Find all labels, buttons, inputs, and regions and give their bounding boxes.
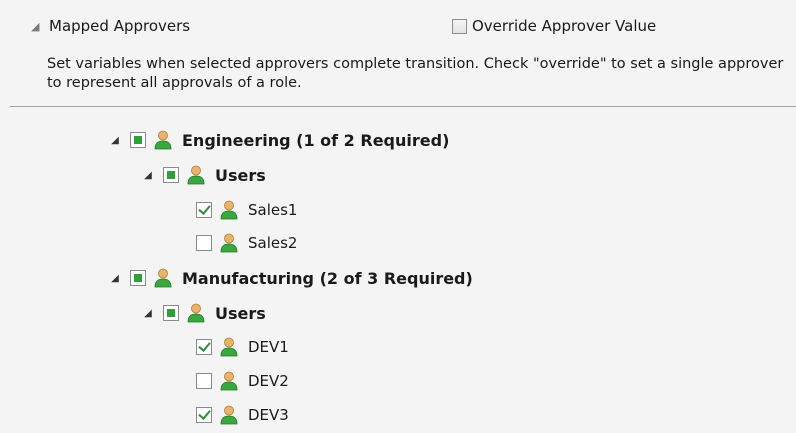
tree-checkbox[interactable]	[163, 305, 179, 321]
user-icon	[187, 303, 205, 323]
user-icon	[220, 200, 238, 220]
tree-checkbox[interactable]	[130, 132, 146, 148]
user-icon	[187, 165, 205, 185]
tree-node-manufacturing[interactable]: ◢ Manufacturing (2 of 3 Required)	[108, 264, 473, 292]
mapped-approvers-panel: ◢ Mapped Approvers Override Approver Val…	[0, 0, 796, 433]
expand-triangle-icon[interactable]: ◢	[108, 273, 122, 284]
expand-triangle-icon[interactable]: ◢	[108, 135, 122, 146]
expand-triangle-icon[interactable]: ◢	[141, 170, 155, 181]
tree-node-label: Sales1	[248, 201, 298, 219]
tree-node-dev2[interactable]: DEV2	[196, 367, 289, 395]
tree-node-label: Users	[215, 165, 266, 185]
tree-checkbox[interactable]	[196, 202, 212, 218]
expand-triangle-icon[interactable]: ◢	[141, 308, 155, 319]
user-icon	[154, 268, 172, 288]
override-checkbox-box[interactable]	[452, 18, 467, 34]
tree-node-label: DEV2	[248, 372, 289, 390]
tree-checkbox[interactable]	[196, 235, 212, 251]
approver-tree: ◢ Engineering (1 of 2 Required) ◢ Users …	[0, 107, 796, 433]
user-icon	[220, 233, 238, 253]
user-icon	[154, 130, 172, 150]
user-icon	[220, 371, 238, 391]
tree-node-label: DEV3	[248, 406, 289, 424]
section-title: Mapped Approvers	[49, 17, 191, 35]
tree-node-label: Engineering (1 of 2 Required)	[182, 130, 450, 150]
tree-node-dev3[interactable]: DEV3	[196, 401, 289, 429]
tree-node-sales2[interactable]: Sales2	[196, 229, 297, 257]
tree-node-users[interactable]: ◢ Users	[141, 161, 266, 189]
tree-node-sales1[interactable]: Sales1	[196, 196, 297, 224]
user-icon	[220, 405, 238, 425]
tree-checkbox[interactable]	[130, 270, 146, 286]
tree-node-label: Sales2	[248, 234, 298, 252]
override-approver-checkbox[interactable]: Override Approver Value	[452, 17, 656, 35]
section-description: Set variables when selected approvers co…	[47, 56, 784, 91]
tree-node-label: Manufacturing (2 of 3 Required)	[182, 268, 473, 288]
tree-checkbox[interactable]	[196, 339, 212, 355]
tree-node-label: DEV1	[248, 338, 289, 356]
tree-checkbox[interactable]	[163, 167, 179, 183]
tree-node-users[interactable]: ◢ Users	[141, 299, 266, 327]
tree-node-dev1[interactable]: DEV1	[196, 333, 289, 361]
collapse-triangle-icon[interactable]: ◢	[31, 20, 39, 33]
tree-checkbox[interactable]	[196, 407, 212, 423]
user-icon	[220, 337, 238, 357]
tree-checkbox[interactable]	[196, 373, 212, 389]
override-checkbox-label: Override Approver Value	[472, 17, 657, 35]
tree-node-engineering[interactable]: ◢ Engineering (1 of 2 Required)	[108, 126, 449, 154]
section-header: ◢ Mapped Approvers Override Approver Val…	[0, 0, 796, 110]
tree-node-label: Users	[215, 303, 266, 323]
